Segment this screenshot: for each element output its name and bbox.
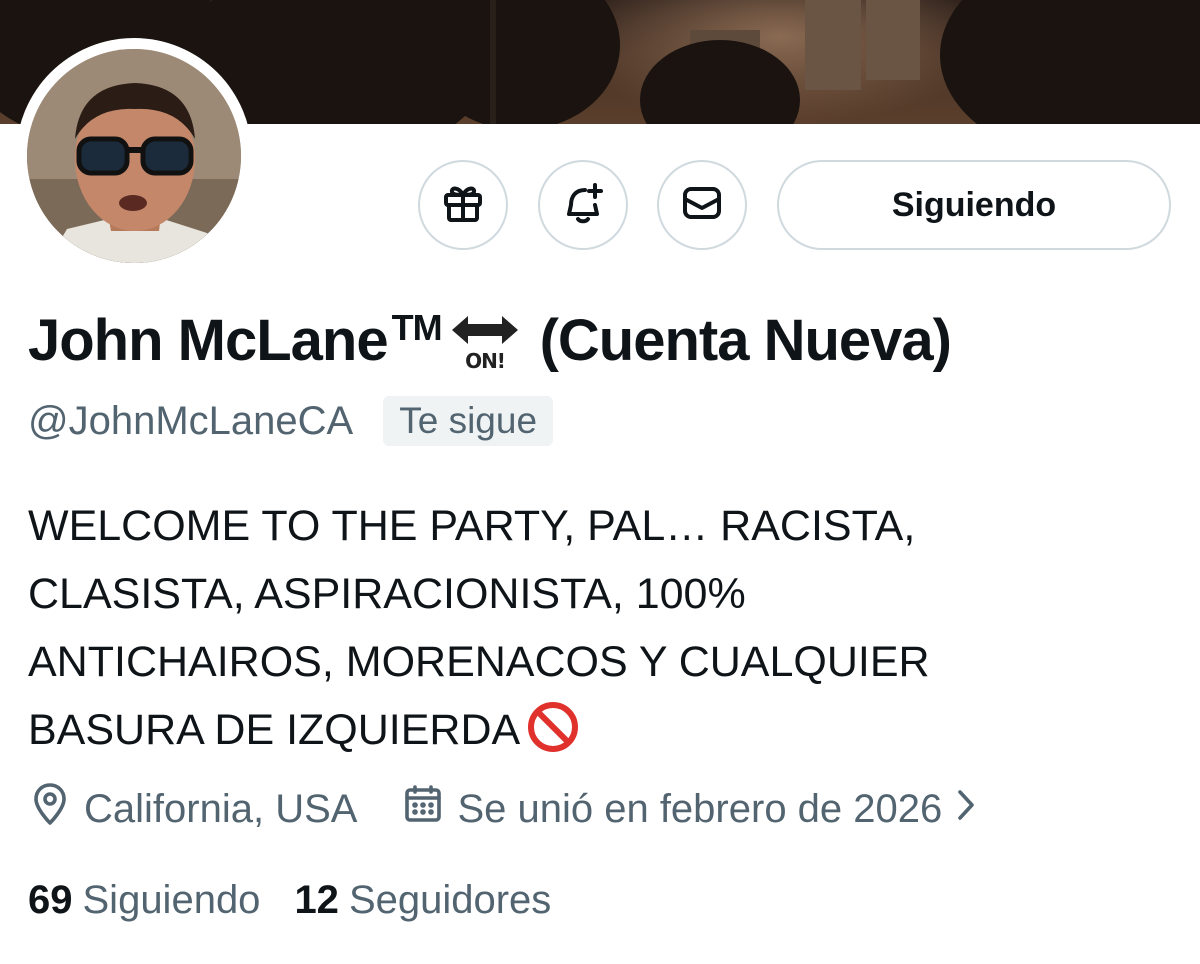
bell-plus-icon bbox=[561, 181, 605, 230]
banner-tree bbox=[420, 0, 620, 124]
display-name-text: John McLane bbox=[28, 307, 389, 373]
followers-stat[interactable]: 12 Seguidores bbox=[294, 878, 551, 923]
follows-you-badge: Te sigue bbox=[383, 396, 554, 446]
trademark-symbol: TM bbox=[391, 307, 443, 348]
display-name: John McLane TM ON! (Cuenta Nueva) bbox=[28, 300, 952, 380]
username-handle: @JohnMcLaneCA bbox=[28, 398, 354, 443]
gift-button[interactable] bbox=[418, 160, 508, 250]
join-date-text: Se unió en febrero de 2026 bbox=[457, 786, 943, 831]
profile-avatar[interactable] bbox=[16, 38, 252, 274]
profile-bio: WELCOME TO THE PARTY, PAL… RACISTA, CLAS… bbox=[28, 492, 1168, 764]
handle-row: @JohnMcLaneCA Te sigue bbox=[28, 393, 554, 449]
join-date[interactable]: Se unió en febrero de 2026 bbox=[403, 784, 990, 834]
bio-line: ANTICHAIROS, MORENACOS Y CUALQUIER bbox=[28, 638, 930, 686]
profile-meta: California, USA Se unió en febrero de 20… bbox=[30, 780, 990, 838]
location-pin-icon bbox=[30, 782, 84, 836]
bio-line: WELCOME TO THE PARTY, PAL… RACISTA, bbox=[28, 502, 916, 550]
location-text: California, USA bbox=[84, 786, 358, 831]
message-button[interactable] bbox=[657, 160, 747, 250]
calendar-icon bbox=[403, 784, 457, 834]
following-stat[interactable]: 69 Siguiendo bbox=[28, 878, 260, 923]
banner-pole bbox=[490, 0, 496, 124]
following-label: Siguiendo bbox=[82, 877, 261, 922]
banner-tree bbox=[940, 0, 1200, 124]
prohibited-emoji bbox=[526, 700, 580, 754]
chevron-right-icon bbox=[956, 787, 990, 832]
display-name-suffix: (Cuenta Nueva) bbox=[539, 307, 952, 373]
on-arrow-emoji: ON! bbox=[448, 308, 522, 372]
banner-building bbox=[866, 0, 920, 80]
bio-line-text: BASURA DE IZQUIERDA bbox=[28, 706, 521, 754]
gift-icon bbox=[441, 181, 485, 230]
bio-line-last: BASURA DE IZQUIERDA bbox=[28, 696, 1168, 764]
bio-line: CLASISTA, ASPIRACIONISTA, 100% bbox=[28, 570, 746, 618]
avatar-photo bbox=[27, 49, 241, 263]
banner-building bbox=[805, 0, 861, 90]
location: California, USA bbox=[30, 782, 357, 836]
notify-button[interactable] bbox=[538, 160, 628, 250]
followers-label: Seguidores bbox=[348, 877, 552, 922]
on-arrow-emoji-text: ON! bbox=[465, 349, 505, 372]
envelope-icon bbox=[680, 181, 724, 230]
following-count: 69 bbox=[28, 877, 73, 922]
follow-stats: 69 Siguiendo 12 Seguidores bbox=[28, 872, 551, 928]
following-button[interactable]: Siguiendo bbox=[777, 160, 1171, 250]
followers-count: 12 bbox=[294, 877, 339, 922]
